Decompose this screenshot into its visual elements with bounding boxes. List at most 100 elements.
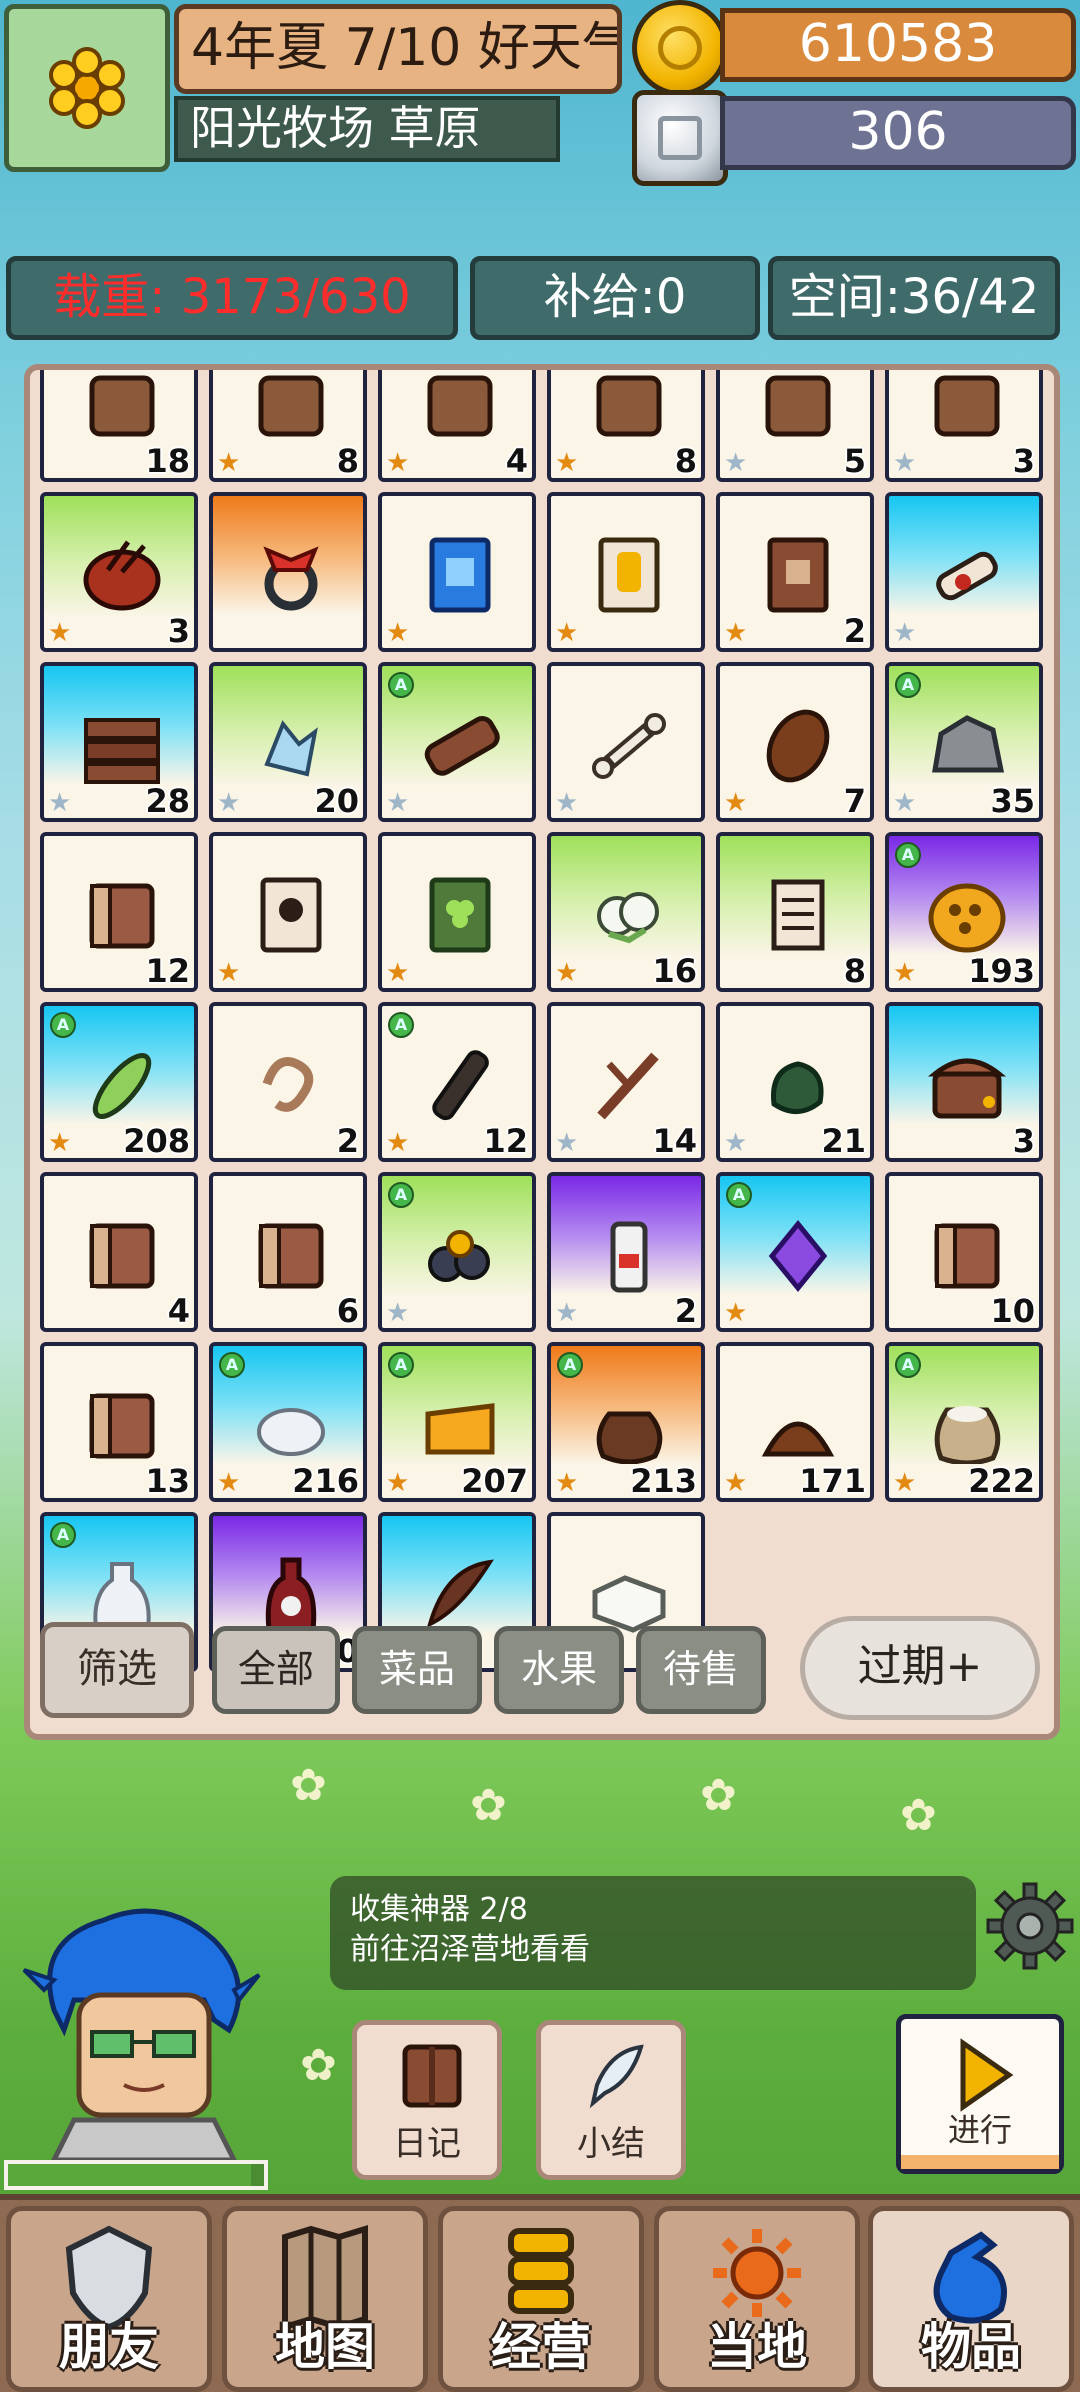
gear-icon[interactable] [984, 1880, 1076, 1972]
nav-business[interactable]: 经营 [438, 2206, 644, 2392]
dung-pile-icon [754, 1384, 842, 1464]
inventory-slot[interactable]: ★ [547, 492, 705, 652]
carry-weight-stat: 载重: 3173/630 [6, 256, 458, 340]
inventory-slot[interactable]: A ★ 213 [547, 1342, 705, 1502]
inventory-slot[interactable]: A ★ 12 [378, 1002, 536, 1162]
inventory-slot[interactable]: ★ 8 [209, 370, 367, 482]
inventory-slot[interactable]: ★ 3 [40, 492, 198, 652]
inventory-slot[interactable]: A ★ 207 [378, 1342, 536, 1502]
inventory-slot[interactable]: ★2 [716, 492, 874, 652]
inventory-slot[interactable]: ★ [378, 492, 536, 652]
inventory-slot[interactable]: 4 [40, 1172, 198, 1332]
inventory-slot[interactable]: ★ 8 [547, 370, 705, 482]
potion-bottle-icon [585, 1214, 673, 1294]
ore-pile-icon [416, 1214, 504, 1294]
silver-star-icon: ★ [724, 1128, 748, 1158]
inventory-slot[interactable]: ★ 5 [716, 370, 874, 482]
cheese-icon [416, 1384, 504, 1464]
inventory-slot[interactable]: 6 [209, 1172, 367, 1332]
gold-star-icon: ★ [386, 1128, 410, 1158]
season-summer-icon[interactable] [4, 4, 170, 172]
inventory-slot[interactable]: A ★ 216 [209, 1342, 367, 1502]
nav-items[interactable]: 物品 [868, 2206, 1074, 2392]
nav-map[interactable]: 地图 [222, 2206, 428, 2392]
diary-button[interactable]: 日记 [352, 2020, 502, 2180]
tab-all[interactable]: 全部 [212, 1626, 340, 1714]
brown-book-icon [754, 534, 842, 614]
inventory-slot[interactable]: ★ 21 [716, 1002, 874, 1162]
gold-star-icon: ★ [724, 618, 748, 648]
silver-star-icon: ★ [386, 788, 410, 818]
inventory-slot[interactable] [209, 492, 367, 652]
tab-dishes[interactable]: 菜品 [352, 1626, 482, 1714]
auto-badge: A [50, 1522, 76, 1548]
silver-token-icon [632, 90, 728, 186]
inventory-slot[interactable]: 3 [885, 1002, 1043, 1162]
item-count: 3 [1012, 1122, 1035, 1160]
crystal-icon [247, 704, 335, 784]
inventory-slot[interactable]: 2 [209, 1002, 367, 1162]
item-count: 222 [968, 1462, 1035, 1500]
inventory-slot[interactable]: A ★ [378, 662, 536, 822]
inventory-slot[interactable]: 10 [885, 1172, 1043, 1332]
flower-decoration: ✿ [700, 1770, 737, 1821]
nav-items-label: 物品 [921, 2318, 1021, 2376]
inventory-slot[interactable]: ★ 16 [547, 832, 705, 992]
inventory-slot[interactable]: ★ [885, 492, 1043, 652]
expire-sort-button[interactable]: 过期+ [800, 1616, 1040, 1720]
tab-for-sale[interactable]: 待售 [636, 1626, 766, 1714]
gold-star-icon: ★ [555, 618, 579, 648]
magic-gem-icon [754, 1214, 842, 1294]
inventory-slot[interactable]: ★ 171 [716, 1342, 874, 1502]
date-weather-label: 4年夏 7/10 好天气 [174, 4, 622, 94]
gold-book-icon [585, 534, 673, 614]
tab-fruit[interactable]: 水果 [494, 1626, 624, 1714]
inventory-slot[interactable]: 12 [40, 832, 198, 992]
inventory-grid: 18 ★ 8 ★ 4 ★ 8 ★ 5 ★ 3 ★ 3 ★ ★ ★ 2 ★ ★ 28 ★ 20 A ★ ★ ★ 7 A ★ 35 12 ★ ★ ★ 1… [40, 370, 1043, 1672]
auto-badge: A [895, 1352, 921, 1378]
nav-friends[interactable]: 朋友 [6, 2206, 212, 2392]
bone-icon [585, 704, 673, 784]
inventory-slot[interactable]: ★ [209, 832, 367, 992]
player-avatar[interactable] [14, 1900, 274, 2163]
inventory-slot[interactable]: A ★ 193 [885, 832, 1043, 992]
item-count: 171 [799, 1462, 866, 1500]
inventory-slot[interactable]: ★ 4 [378, 370, 536, 482]
inventory-slot[interactable]: A ★ [378, 1172, 536, 1332]
inventory-slot[interactable]: A ★ [716, 1172, 874, 1332]
inventory-slot[interactable]: ★ [378, 832, 536, 992]
inventory-slot[interactable]: A ★ 222 [885, 1342, 1043, 1502]
inventory-panel: 18 ★ 8 ★ 4 ★ 8 ★ 5 ★ 3 ★ 3 ★ ★ ★ 2 ★ ★ 28 ★ 20 A ★ ★ ★ 7 A ★ 35 12 ★ ★ ★ 1… [24, 364, 1060, 1740]
inventory-slot[interactable]: ★ 14 [547, 1002, 705, 1162]
proceed-button[interactable]: 进行 [896, 2014, 1064, 2174]
inventory-slot[interactable]: A ★ 208 [40, 1002, 198, 1162]
inventory-slot[interactable]: ★ 7 [716, 662, 874, 822]
closed-book-icon [78, 1214, 166, 1294]
blue-book-icon [416, 534, 504, 614]
quest-tracker[interactable]: 收集神器 2/8 前往沼泽营地看看 [330, 1876, 976, 1990]
gold-coin-icon [632, 0, 728, 96]
inventory-slot[interactable]: ★ 20 [209, 662, 367, 822]
summary-button[interactable]: 小结 [536, 2020, 686, 2180]
inventory-slot[interactable]: 18 [40, 370, 198, 482]
feather-icon [416, 1554, 504, 1634]
inventory-slot[interactable]: ★ [547, 662, 705, 822]
gold-star-icon: ★ [217, 1468, 241, 1498]
auto-badge: A [219, 1352, 245, 1378]
filter-button[interactable]: 筛选 [40, 1622, 194, 1718]
closed-book-icon [247, 1214, 335, 1294]
inventory-slot[interactable]: ★ 28 [40, 662, 198, 822]
inventory-slot[interactable]: 8 [716, 832, 874, 992]
inventory-slot[interactable]: 13 [40, 1342, 198, 1502]
item-count: 8 [843, 952, 866, 990]
player-health-fill [8, 2164, 252, 2186]
silver-star-icon: ★ [555, 1128, 579, 1158]
gold-star-icon: ★ [724, 1298, 748, 1328]
nav-map-label: 地图 [275, 2318, 375, 2376]
nav-local[interactable]: 当地 [654, 2206, 860, 2392]
inventory-slot[interactable]: ★2 [547, 1172, 705, 1332]
item-count: 14 [652, 1122, 697, 1160]
inventory-slot[interactable]: A ★ 35 [885, 662, 1043, 822]
inventory-slot[interactable]: ★ 3 [885, 370, 1043, 482]
item-count: 208 [123, 1122, 190, 1160]
